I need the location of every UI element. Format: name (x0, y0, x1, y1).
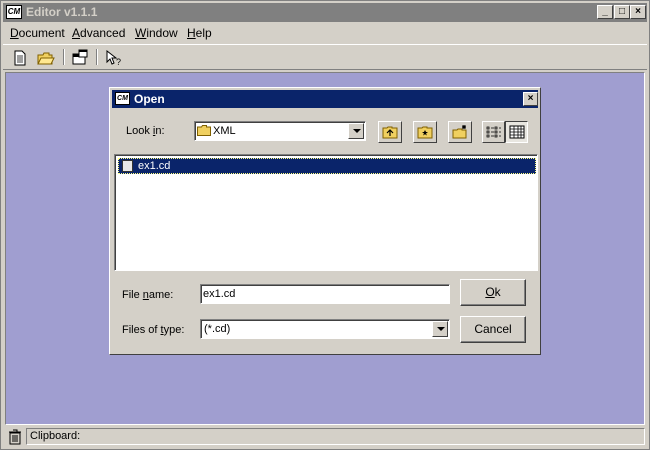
clipboard-status: Clipboard: (26, 428, 645, 445)
toolbar: ? (3, 44, 647, 70)
dialog-title: Open (134, 92, 165, 106)
list-item[interactable]: ex1.cd (118, 158, 536, 174)
maximize-button[interactable]: □ (614, 5, 630, 19)
properties-icon[interactable] (69, 48, 91, 68)
chevron-down-icon[interactable] (432, 321, 448, 337)
file-name: ex1.cd (138, 160, 171, 172)
chevron-down-icon[interactable] (348, 123, 364, 139)
app-logo-icon: CM (6, 5, 22, 19)
file-name-field[interactable]: ex1.cd (200, 284, 450, 304)
app-logo-icon: CM (115, 92, 130, 105)
up-folder-icon (382, 126, 398, 139)
svg-text:?: ? (116, 57, 121, 67)
close-button[interactable]: × (630, 5, 646, 19)
home-folder-icon (417, 126, 433, 139)
file-type-value: (*.cd) (204, 323, 231, 335)
details-view-button[interactable] (505, 121, 528, 143)
dialog-title-bar[interactable]: CM Open × (112, 90, 538, 108)
dialog-close-button[interactable]: × (523, 92, 538, 106)
look-in-value: XML (213, 125, 236, 137)
trash-icon[interactable] (6, 428, 24, 446)
main-title-bar[interactable]: CM Editor v1.1.1 _ □ × (3, 3, 647, 22)
file-name-label: File name: (122, 289, 174, 301)
status-bar: Clipboard: (3, 427, 647, 447)
new-document-icon[interactable] (9, 48, 31, 68)
new-folder-button[interactable] (448, 121, 472, 143)
file-list[interactable]: ex1.cd (114, 154, 538, 271)
up-one-level-button[interactable] (378, 121, 402, 143)
folder-icon (197, 125, 211, 136)
toolbar-separator (96, 49, 98, 65)
ok-button[interactable]: Ok (460, 279, 526, 306)
look-in-select[interactable]: XML (194, 121, 366, 141)
toolbar-separator (63, 49, 65, 65)
menu-advanced[interactable]: Advanced (72, 26, 125, 40)
menu-window[interactable]: Window (135, 26, 178, 40)
look-in-label: Look in: (126, 125, 165, 137)
file-icon (122, 160, 133, 172)
file-type-label: Files of type: (122, 324, 185, 336)
context-help-icon[interactable]: ? (102, 48, 124, 68)
minimize-button[interactable]: _ (597, 5, 613, 19)
file-type-select[interactable]: (*.cd) (200, 319, 450, 339)
editor-window: CM Editor v1.1.1 _ □ × Document Advanced… (0, 0, 650, 450)
menu-document[interactable]: Document (10, 26, 65, 40)
open-dialog: CM Open × Look in: XML ex1.cd File name:… (109, 87, 541, 355)
open-folder-icon[interactable] (35, 48, 57, 68)
cancel-button[interactable]: Cancel (460, 316, 526, 343)
menu-bar: Document Advanced Window Help (3, 23, 647, 43)
file-name-value: ex1.cd (203, 288, 236, 300)
window-title: Editor v1.1.1 (26, 5, 98, 19)
home-button[interactable] (413, 121, 437, 143)
list-view-icon (486, 126, 501, 138)
new-folder-icon (452, 125, 467, 139)
list-view-button[interactable] (482, 121, 505, 143)
details-view-icon (509, 125, 525, 139)
menu-help[interactable]: Help (187, 26, 212, 40)
